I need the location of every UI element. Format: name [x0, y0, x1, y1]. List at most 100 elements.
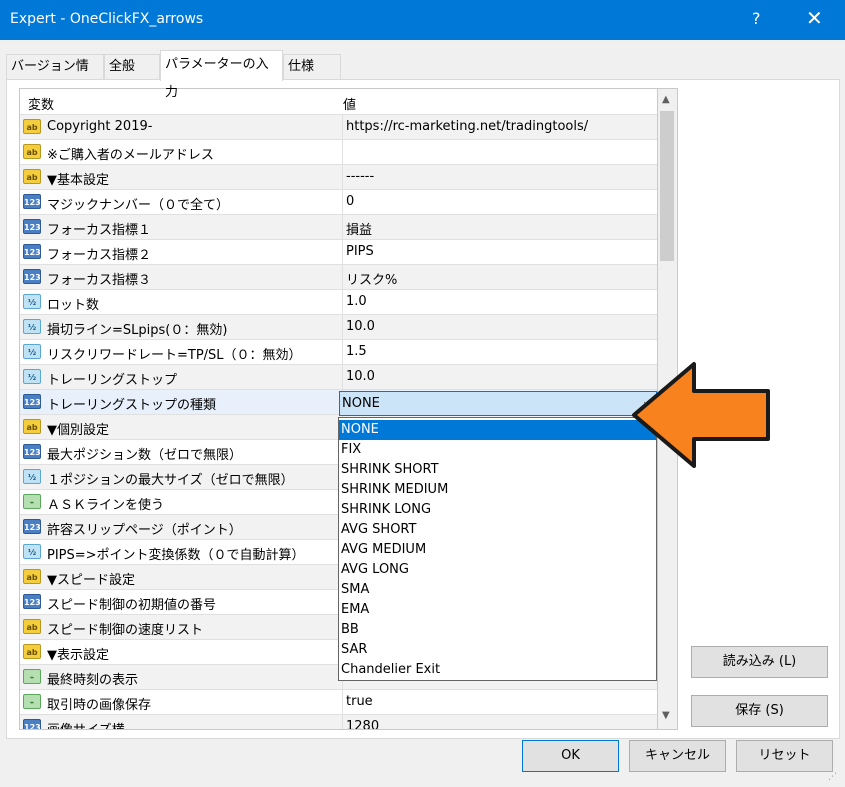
parameter-value[interactable]	[342, 140, 657, 165]
resize-grip-icon[interactable]: ⋰	[828, 772, 837, 782]
ok-button[interactable]: OK	[522, 740, 619, 772]
parameter-name: ▼個別設定	[47, 423, 109, 438]
dropdown-option[interactable]: AVG MEDIUM	[339, 540, 656, 560]
column-header-variable[interactable]: 変数	[28, 94, 54, 113]
parameter-name: マジックナンバー（０で全て）	[47, 198, 230, 213]
table-row[interactable]: 123 画像サイズ横 1280	[20, 714, 657, 729]
parameter-name: 最終時刻の表示	[47, 673, 139, 688]
parameter-value[interactable]: ------	[342, 165, 657, 190]
table-row[interactable]: 123 マジックナンバー（０で全て） 0	[20, 189, 657, 215]
dropdown-option[interactable]: NONE	[339, 420, 656, 440]
parameter-name: 画像サイズ横	[47, 719, 125, 729]
title-bar: Expert - OneClickFX_arrows ? ✕	[0, 0, 845, 40]
load-button[interactable]: 読み込み (L)	[691, 646, 828, 678]
integer-type-icon: 123	[23, 194, 41, 209]
parameter-name: ▼基本設定	[47, 173, 109, 188]
string-type-icon: ab	[23, 619, 41, 634]
dropdown-option[interactable]: AVG SHORT	[339, 520, 656, 540]
integer-type-icon: 123	[23, 519, 41, 534]
string-type-icon: ab	[23, 119, 41, 134]
cancel-button[interactable]: キャンセル	[629, 740, 726, 772]
parameter-value[interactable]: 1280	[342, 715, 657, 729]
string-type-icon: ab	[23, 569, 41, 584]
integer-type-icon: 123	[23, 244, 41, 259]
table-row[interactable]: ab ▼基本設定 ------	[20, 164, 657, 190]
boolean-type-icon: ⌁	[23, 494, 41, 509]
table-row[interactable]: ½ 損切ライン=SLpips(０：無効) 10.0	[20, 314, 657, 340]
parameter-name: 取引時の画像保存	[47, 698, 152, 713]
trailing-stop-type-select[interactable]: NONE ⌄	[339, 391, 657, 416]
table-row[interactable]: ab ※ご購入者のメールアドレス	[20, 139, 657, 165]
parameter-name: ▼スピード設定	[47, 573, 135, 588]
parameter-value[interactable]: PIPS	[342, 240, 657, 265]
parameter-value[interactable]: 10.0	[342, 365, 657, 390]
scroll-down-icon[interactable]: ▼	[662, 710, 670, 721]
dropdown-option[interactable]: SAR	[339, 640, 656, 660]
parameter-name: ＡＳＫラインを使う	[47, 498, 165, 513]
integer-type-icon: 123	[23, 269, 41, 284]
scroll-up-icon[interactable]: ▲	[662, 94, 670, 105]
dropdown-option[interactable]: EMA	[339, 600, 656, 620]
tab-general[interactable]: 全般	[104, 54, 160, 79]
parameter-name: トレーリングストップの種類	[47, 398, 217, 413]
column-header-value[interactable]: 値	[343, 94, 356, 113]
integer-type-icon: 123	[23, 594, 41, 609]
table-row[interactable]: ½ リスクリワードレート=TP/SL（０：無効） 1.5	[20, 339, 657, 365]
table-row[interactable]: ⌁ 取引時の画像保存 true	[20, 689, 657, 715]
reset-button[interactable]: リセット	[736, 740, 833, 772]
parameter-value[interactable]: 1.5	[342, 340, 657, 365]
dropdown-option[interactable]: Chandelier Exit	[339, 660, 656, 680]
parameter-value[interactable]: 損益	[342, 215, 657, 240]
string-type-icon: ab	[23, 644, 41, 659]
parameter-name: フォーカス指標２	[47, 248, 152, 263]
double-type-icon: ½	[23, 294, 41, 309]
dropdown-option[interactable]: BB	[339, 620, 656, 640]
table-row[interactable]: ½ トレーリングストップ 10.0	[20, 364, 657, 390]
select-value: NONE	[342, 396, 380, 411]
integer-type-icon: 123	[23, 444, 41, 459]
integer-type-icon: 123	[23, 219, 41, 234]
parameter-value[interactable]: リスク%	[342, 265, 657, 290]
table-row[interactable]: ab Copyright 2019- https://rc-marketing.ne…	[20, 114, 657, 140]
table-row[interactable]: ½ ロット数 1.0	[20, 289, 657, 315]
parameter-name: Copyright 2019-	[47, 119, 153, 134]
parameter-name: ▼表示設定	[47, 648, 109, 663]
table-row[interactable]: 123 フォーカス指標２ PIPS	[20, 239, 657, 265]
help-icon[interactable]: ?	[752, 9, 761, 28]
parameter-name: 許容スリップページ（ポイント）	[47, 523, 242, 538]
parameter-name: PIPS=>ポイント変換係数（０で自動計算）	[47, 548, 305, 563]
dropdown-option[interactable]: SMA	[339, 580, 656, 600]
table-row[interactable]: 123 フォーカス指標１ 損益	[20, 214, 657, 240]
dropdown-option[interactable]: FIX	[339, 440, 656, 460]
parameter-name: １ポジションの最大サイズ（ゼロで無限）	[47, 473, 294, 488]
tab-parameters[interactable]: パラメーターの入力	[160, 50, 283, 100]
tab-version-info[interactable]: バージョン情報	[6, 54, 104, 98]
integer-type-icon: 123	[23, 394, 41, 409]
string-type-icon: ab	[23, 419, 41, 434]
string-type-icon: ab	[23, 169, 41, 184]
dropdown-list: NONE FIX SHRINK SHORT SHRINK MEDIUM SHRINK L…	[338, 417, 657, 681]
dropdown-option[interactable]: AVG LONG	[339, 560, 656, 580]
parameter-name: 最大ポジション数（ゼロで無限）	[47, 448, 243, 463]
double-type-icon: ½	[23, 369, 41, 384]
parameter-name: ※ご購入者のメールアドレス	[47, 148, 214, 163]
scroll-thumb[interactable]	[660, 111, 674, 261]
parameter-name: フォーカス指標３	[47, 273, 152, 288]
parameter-name: ロット数	[47, 298, 100, 313]
close-icon[interactable]: ✕	[806, 6, 823, 30]
parameter-value[interactable]: 1.0	[342, 290, 657, 315]
dropdown-option[interactable]: SHRINK SHORT	[339, 460, 656, 480]
parameter-name: リスクリワードレート=TP/SL（０：無効）	[47, 348, 302, 363]
double-type-icon: ½	[23, 319, 41, 334]
parameter-value[interactable]: 0	[342, 190, 657, 215]
parameter-name: フォーカス指標１	[47, 223, 152, 238]
parameter-value[interactable]: https://rc-marketing.net/tradingtools/	[342, 115, 657, 140]
save-button[interactable]: 保存 (S)	[691, 695, 828, 727]
dropdown-option[interactable]: SHRINK MEDIUM	[339, 480, 656, 500]
parameter-value[interactable]: 10.0	[342, 315, 657, 340]
parameter-value[interactable]: true	[342, 690, 657, 715]
table-row[interactable]: 123 フォーカス指標３ リスク%	[20, 264, 657, 290]
tab-specification[interactable]: 仕様	[283, 54, 341, 79]
orange-arrow-icon	[632, 362, 770, 468]
dropdown-option[interactable]: SHRINK LONG	[339, 500, 656, 520]
